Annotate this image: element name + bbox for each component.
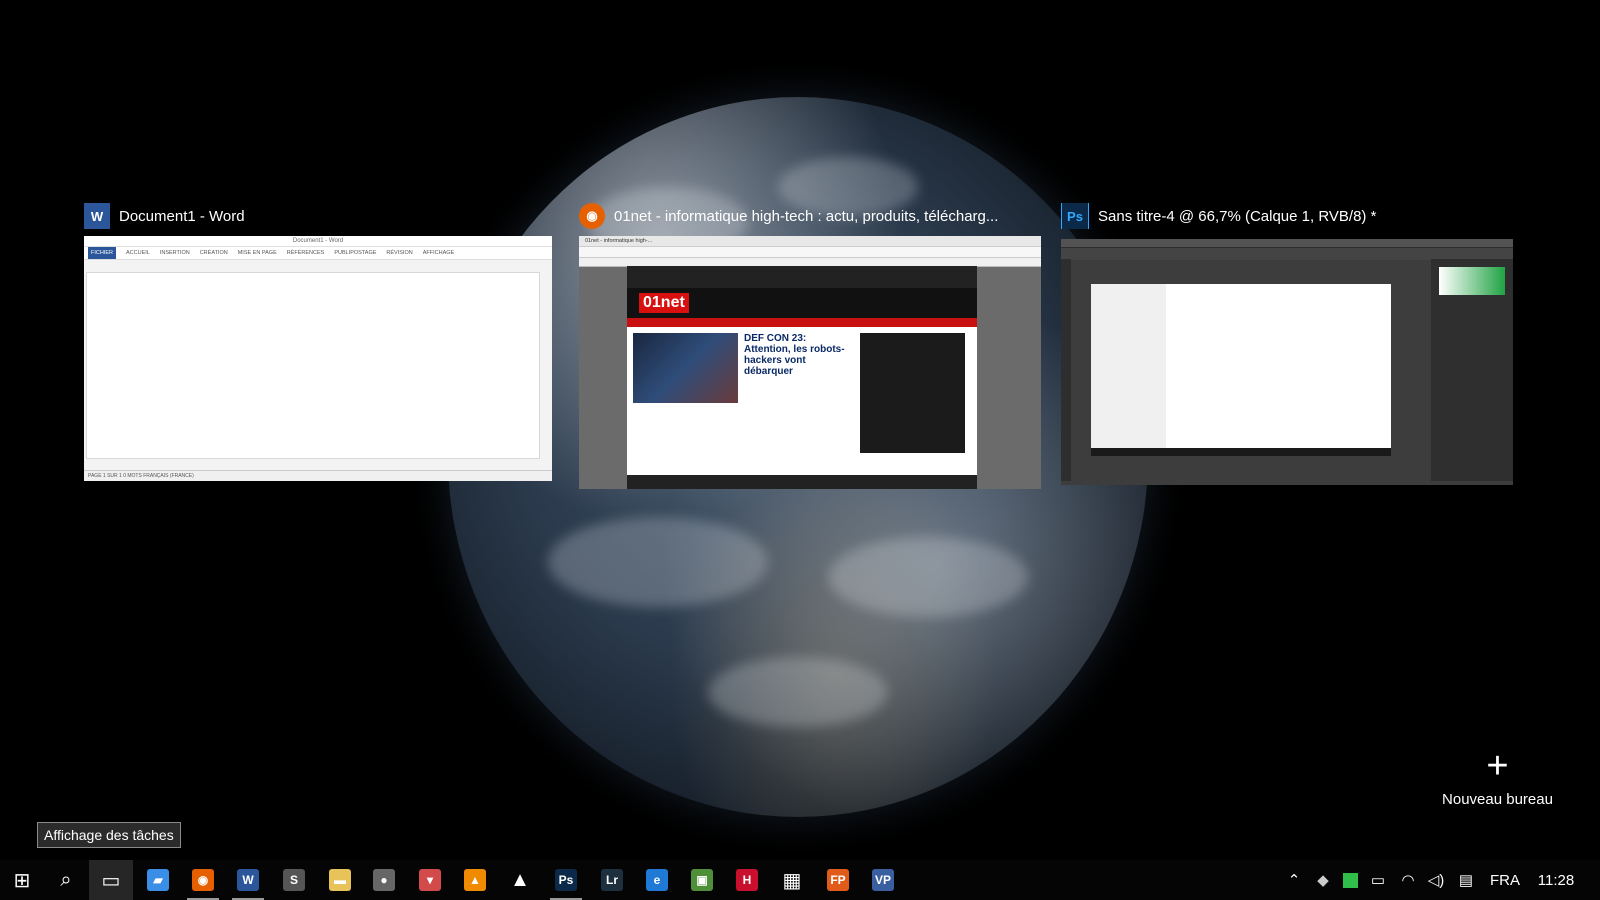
taskbar-button-search[interactable]: ⌕ [44, 860, 88, 900]
browser-address-bar [579, 246, 1041, 257]
word-document-page [86, 272, 540, 459]
taskbar-button-vp-app[interactable]: VP [861, 860, 905, 900]
start-icon: ⊞ [13, 869, 31, 892]
cone-icon: ▲ [510, 868, 530, 891]
task-view-icon: ▭ [101, 869, 121, 892]
taskbar-button-app-green[interactable]: ▣ [680, 860, 724, 900]
word-ribbon-tabs: FICHIER ACCUEIL INSERTION CRÉATION MISE … [84, 247, 552, 260]
taskbar-button-start[interactable]: ⊞ [0, 860, 44, 900]
photoshop-icon: Ps [555, 869, 577, 891]
fp-app-icon: FP [827, 869, 849, 891]
word-tab: AFFICHAGE [422, 250, 455, 256]
word-tab: RÉVISION [386, 250, 413, 256]
window-title: 01net - informatique high-tech : actu, p… [614, 207, 999, 225]
dropbox-icon[interactable]: ◆ [1312, 860, 1334, 900]
taskbar-button-edge[interactable]: e [635, 860, 679, 900]
search-icon: ⌕ [60, 868, 72, 891]
taskbar-button-store[interactable]: ▦ [770, 860, 814, 900]
word-title-bar: Document1 - Word [84, 236, 552, 247]
ps-menu-bar [1061, 239, 1513, 247]
show-hidden-icons-icon[interactable]: ⌃ [1283, 860, 1305, 900]
app-red-circle-icon: H [736, 869, 758, 891]
taskbar-button-folder[interactable]: ▬ [318, 860, 362, 900]
ps-canvas-taskbar [1091, 448, 1391, 456]
taskbar-button-fp-app[interactable]: FP [816, 860, 860, 900]
task-view-window-photoshop[interactable]: Ps Sans titre-4 @ 66,7% (Calque 1, RVB/8… [1061, 203, 1513, 485]
ps-tools-panel [1061, 259, 1071, 481]
popcorn-icon: ▾ [419, 869, 441, 891]
webpage-content: 01net DEF CON 23: Attention, les robots-… [627, 266, 977, 475]
browser-tab: 01net - informatique high-... [579, 236, 1041, 246]
firefox-icon: ◉ [192, 869, 214, 891]
edge-icon: e [646, 869, 668, 891]
taskbar-button-word[interactable]: W [226, 860, 270, 900]
word-tab: INSERTION [159, 250, 190, 256]
word-status-bar: PAGE 1 SUR 1 0 MOTS FRANÇAIS (FRANCE) [84, 470, 552, 481]
taskbar-button-popcorn[interactable]: ▾ [408, 860, 452, 900]
site-nav [627, 318, 977, 327]
window-thumbnail[interactable]: Document1 - Word FICHIER ACCUEIL INSERTI… [84, 236, 552, 481]
app-s-icon: S [283, 869, 305, 891]
new-desktop-button[interactable]: + Nouveau bureau [1440, 747, 1555, 808]
firefox-icon: ◉ [579, 203, 605, 229]
plus-icon: + [1486, 745, 1509, 787]
window-title: Sans titre-4 @ 66,7% (Calque 1, RVB/8) * [1098, 207, 1377, 225]
word-tab: PUBLIPOSTAGE [334, 250, 377, 256]
file-explorer-pin-icon: ▰ [147, 869, 169, 891]
app-green-tray-icon[interactable] [1339, 860, 1361, 900]
article-headline: DEF CON 23: Attention, les robots-hacker… [744, 333, 845, 377]
word-icon: W [237, 869, 259, 891]
taskbar: ⌃ ◆ ▭ ◠ ◁) ▤ FRA 11:28 ⊞ ⌕ ▭ ▰ ◉ W S ▬ ● ▾ ▲ ▲ Ps Lr e… [0, 860, 1600, 900]
word-icon: W [84, 203, 110, 229]
sidebar-video-block [860, 333, 965, 453]
taskbar-button-file-explorer-pin[interactable]: ▰ [136, 860, 180, 900]
vlc-icon: ▲ [464, 869, 486, 891]
task-view-window-firefox[interactable]: ◉ 01net - informatique high-tech : actu,… [579, 203, 1041, 489]
ps-canvas [1091, 284, 1391, 450]
volume-icon[interactable]: ◁) [1425, 860, 1447, 900]
word-tab: ACCUEIL [126, 250, 150, 256]
window-title: Document1 - Word [119, 207, 245, 225]
article-image [633, 333, 738, 403]
taskbar-button-photoshop[interactable]: Ps [544, 860, 588, 900]
site-footer-bar [627, 475, 977, 489]
battery-icon[interactable]: ▭ [1367, 860, 1389, 900]
camera-app-icon: ● [373, 869, 395, 891]
lightroom-icon: Lr [601, 869, 623, 891]
window-thumbnail[interactable]: 01net - informatique high-... 01net DEF … [579, 236, 1041, 489]
taskbar-button-firefox[interactable]: ◉ [181, 860, 225, 900]
window-thumbnail[interactable] [1061, 239, 1513, 485]
new-desktop-label: Nouveau bureau [1442, 791, 1553, 808]
vp-app-icon: VP [872, 869, 894, 891]
word-tab: MISE EN PAGE [237, 250, 277, 256]
featured-article: DEF CON 23: Attention, les robots-hacker… [627, 327, 977, 459]
store-icon: ▦ [782, 869, 802, 892]
app-green-icon: ▣ [691, 869, 713, 891]
taskbar-button-lightroom[interactable]: Lr [590, 860, 634, 900]
cookie-banner [627, 266, 977, 288]
tooltip: Affichage des tâches [37, 822, 181, 848]
action-center-icon[interactable]: ▤ [1454, 860, 1478, 900]
ps-color-picker [1439, 267, 1505, 295]
site-logo: 01net [639, 293, 689, 313]
folder-icon: ▬ [329, 869, 351, 891]
taskbar-button-app-red-circle[interactable]: H [725, 860, 769, 900]
taskbar-button-app-s[interactable]: S [272, 860, 316, 900]
wifi-icon[interactable]: ◠ [1397, 860, 1419, 900]
taskbar-button-task-view[interactable]: ▭ [89, 860, 133, 900]
clock[interactable]: 11:28 [1530, 860, 1582, 900]
word-tab: CRÉATION [199, 250, 228, 256]
photoshop-icon: Ps [1061, 203, 1089, 229]
word-tab: FICHIER [88, 247, 116, 259]
taskbar-button-camera-app[interactable]: ● [362, 860, 406, 900]
site-header: 01net [627, 288, 977, 318]
language-indicator[interactable]: FRA [1487, 860, 1523, 900]
taskbar-button-cone[interactable]: ▲ [498, 860, 542, 900]
taskbar-button-vlc[interactable]: ▲ [453, 860, 497, 900]
task-view-window-word[interactable]: W Document1 - Word Document1 - Word FICH… [84, 203, 554, 481]
word-tab: RÉFÉRENCES [286, 250, 325, 256]
